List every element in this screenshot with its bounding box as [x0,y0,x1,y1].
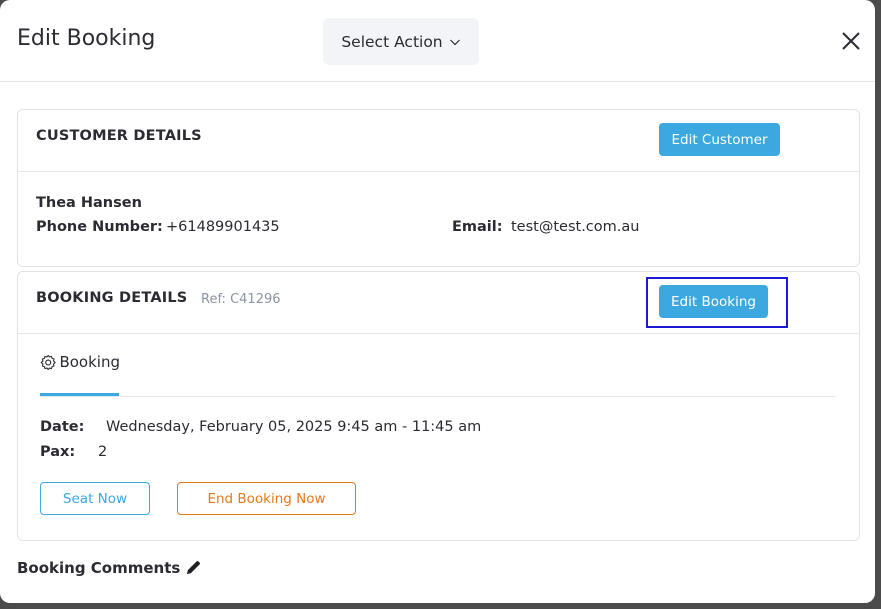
booking-details-card: BOOKING DETAILS Ref: C41296 Edit Booking… [17,271,860,541]
customer-details-card: CUSTOMER DETAILS Edit Customer Thea Hans… [17,109,860,267]
date-label: Date: [40,419,85,435]
tab-booking[interactable]: Booking [40,353,120,397]
booking-details-header: BOOKING DETAILS Ref: C41296 Edit Booking [18,272,859,334]
phone-label: Phone Number: [36,219,163,235]
close-icon[interactable] [840,30,862,52]
phone-value: +61489901435 [166,219,280,235]
edit-booking-button[interactable]: Edit Booking [659,285,768,318]
chevron-down-icon [449,39,460,45]
pencil-icon[interactable] [184,559,202,577]
pax-label: Pax: [40,444,76,460]
booking-details-title: BOOKING DETAILS [36,290,188,306]
tab-booking-label: Booking [59,353,120,371]
booking-ref: Ref: C41296 [201,292,281,307]
edit-booking-modal: Edit Booking Select Action CUSTOMER DETA… [0,0,875,603]
customer-details-title: CUSTOMER DETAILS [36,128,202,144]
date-value: Wednesday, February 05, 2025 9:45 am - 1… [106,419,482,435]
pax-value: 2 [98,444,108,460]
select-action-label: Select Action [341,32,443,51]
customer-details-header: CUSTOMER DETAILS Edit Customer [18,110,859,172]
seat-now-button[interactable]: Seat Now [40,482,150,515]
modal-title: Edit Booking [17,26,156,51]
email-value: test@test.com.au [511,219,640,235]
end-booking-now-button[interactable]: End Booking Now [177,482,356,515]
customer-name: Thea Hansen [36,195,142,211]
booking-comments: Booking Comments [17,559,202,577]
gear-icon [40,354,56,371]
edit-customer-button[interactable]: Edit Customer [659,123,780,156]
modal-header: Edit Booking Select Action [0,0,875,82]
tab-divider [40,396,836,397]
booking-comments-label: Booking Comments [17,559,181,577]
select-action-dropdown[interactable]: Select Action [323,18,479,65]
email-label: Email: [452,219,503,235]
